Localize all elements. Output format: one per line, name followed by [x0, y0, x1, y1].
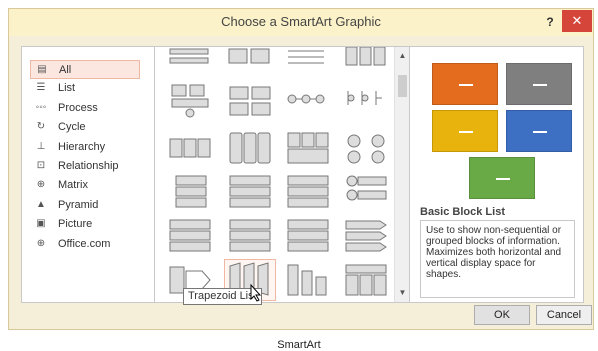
layout-preview-icon — [169, 138, 211, 158]
help-button[interactable]: ? — [541, 12, 559, 32]
category-label: Hierarchy — [58, 141, 106, 153]
smartart-dialog: Choose a SmartArt Graphic ? ✕ ▤ All ☰ Li… — [8, 8, 594, 330]
list-icon: ☰ — [36, 82, 46, 93]
category-label: Cycle — [58, 121, 86, 133]
ok-button[interactable]: OK — [474, 305, 530, 325]
scroll-down-icon[interactable]: ▼ — [395, 286, 410, 300]
globe-icon: ⊕ — [36, 238, 46, 249]
layout-preview-icon — [171, 84, 209, 118]
layout-preview-icon — [345, 220, 387, 252]
layout-thumbnail[interactable] — [226, 217, 274, 255]
layout-thumbnail[interactable] — [342, 129, 390, 167]
category-list: ▤ All ☰ List ◦◦◦ Process ↻ Cycle ⊥ Hiera… — [22, 47, 155, 302]
layout-preview-icon — [346, 175, 387, 201]
layout-thumbnail[interactable] — [284, 47, 332, 85]
layout-preview-icon — [169, 219, 211, 252]
layout-thumbnail[interactable] — [284, 173, 332, 211]
cycle-icon: ↻ — [36, 121, 46, 132]
layout-preview-icon — [287, 132, 329, 164]
category-matrix[interactable]: ⊕ Matrix — [30, 176, 140, 195]
layout-preview-icon — [169, 48, 209, 64]
layout-thumbnail[interactable] — [166, 217, 214, 255]
category-process[interactable]: ◦◦◦ Process — [30, 99, 140, 118]
relationship-icon: ⊡ — [36, 160, 46, 171]
mouse-cursor-icon — [250, 284, 262, 302]
content-area: ▤ All ☰ List ◦◦◦ Process ↻ Cycle ⊥ Hiera… — [21, 46, 409, 303]
layout-preview-icon — [287, 264, 327, 296]
layout-thumbnail[interactable] — [284, 81, 332, 119]
layout-thumbnail[interactable] — [342, 173, 390, 211]
layout-preview-icon — [288, 50, 324, 64]
category-label: Picture — [58, 218, 93, 230]
layout-thumbnail[interactable] — [284, 129, 332, 167]
all-icon: ▤ — [37, 64, 47, 75]
layout-thumbnail[interactable] — [226, 47, 274, 85]
layout-preview-icon — [229, 175, 271, 208]
title-bar: Choose a SmartArt Graphic ? ✕ — [9, 9, 593, 36]
layout-preview-icon — [287, 175, 329, 208]
category-label: Pyramid — [58, 199, 99, 211]
preview-block — [432, 63, 498, 105]
category-cycle[interactable]: ↻ Cycle — [30, 118, 140, 137]
category-label: All — [59, 64, 72, 76]
layout-preview-icon — [347, 91, 382, 105]
layout-preview-icon — [345, 264, 387, 296]
layout-preview-icon — [175, 175, 207, 208]
category-label: Matrix — [58, 179, 88, 191]
layout-thumbnail[interactable] — [226, 81, 274, 119]
category-all[interactable]: ▤ All — [30, 60, 140, 79]
layout-description: Use to show non-sequential or grouped bl… — [420, 220, 575, 298]
layout-thumbnail[interactable] — [166, 47, 214, 85]
process-icon: ◦◦◦ — [35, 102, 47, 113]
layout-thumbnail[interactable] — [342, 261, 390, 299]
layout-preview-icon — [229, 132, 271, 164]
scroll-thumb[interactable] — [398, 75, 407, 97]
figure-caption: SmartArt — [277, 339, 321, 351]
layout-thumbnail[interactable] — [166, 81, 214, 119]
category-hierarchy[interactable]: ⊥ Hierarchy — [30, 138, 140, 157]
layout-thumbnail[interactable] — [226, 173, 274, 211]
category-office-com[interactable]: ⊕ Office.com — [30, 235, 140, 254]
category-picture[interactable]: ▣ Picture — [30, 215, 140, 234]
layout-preview-icon — [229, 219, 271, 252]
category-label: Relationship — [58, 160, 119, 172]
layout-thumbnail[interactable] — [342, 217, 390, 255]
picture-icon: ▣ — [36, 218, 46, 229]
layout-gallery — [156, 47, 394, 302]
layout-thumbnail[interactable] — [284, 261, 332, 299]
layout-preview-icon — [228, 48, 270, 64]
layout-thumbnail[interactable] — [342, 47, 390, 85]
preview-block — [469, 157, 535, 199]
category-relationship[interactable]: ⊡ Relationship — [30, 157, 140, 176]
layout-preview-icon — [287, 94, 325, 104]
scroll-up-icon[interactable]: ▲ — [395, 49, 410, 63]
category-pyramid[interactable]: ▲ Pyramid — [30, 196, 140, 215]
dialog-title: Choose a SmartArt Graphic — [221, 14, 381, 29]
cancel-button[interactable]: Cancel — [536, 305, 592, 325]
preview-pane: Basic Block List Use to show non-sequent… — [409, 46, 584, 303]
layout-thumbnail[interactable] — [166, 173, 214, 211]
gallery-scrollbar[interactable]: ▲ ▼ — [394, 47, 409, 302]
layout-thumbnail[interactable] — [284, 217, 332, 255]
pyramid-icon: ▲ — [36, 199, 46, 210]
category-label: Office.com — [58, 238, 111, 250]
layout-preview-icon — [229, 86, 271, 116]
category-label: Process — [58, 102, 98, 114]
preview-block — [506, 110, 572, 152]
layout-preview-icon — [347, 134, 385, 164]
layout-thumbnail[interactable] — [342, 81, 390, 119]
category-list-item[interactable]: ☰ List — [30, 79, 140, 98]
matrix-icon: ⊕ — [36, 179, 46, 190]
layout-preview-icon — [345, 47, 386, 66]
layout-thumbnail[interactable] — [226, 129, 274, 167]
layout-preview-icon — [287, 219, 329, 252]
category-label: List — [58, 82, 76, 94]
hierarchy-icon: ⊥ — [36, 141, 46, 152]
layout-thumbnail[interactable] — [166, 129, 214, 167]
preview-block — [506, 63, 572, 105]
preview-block — [432, 110, 498, 152]
close-button[interactable]: ✕ — [562, 10, 592, 32]
layout-name: Basic Block List — [420, 206, 505, 218]
